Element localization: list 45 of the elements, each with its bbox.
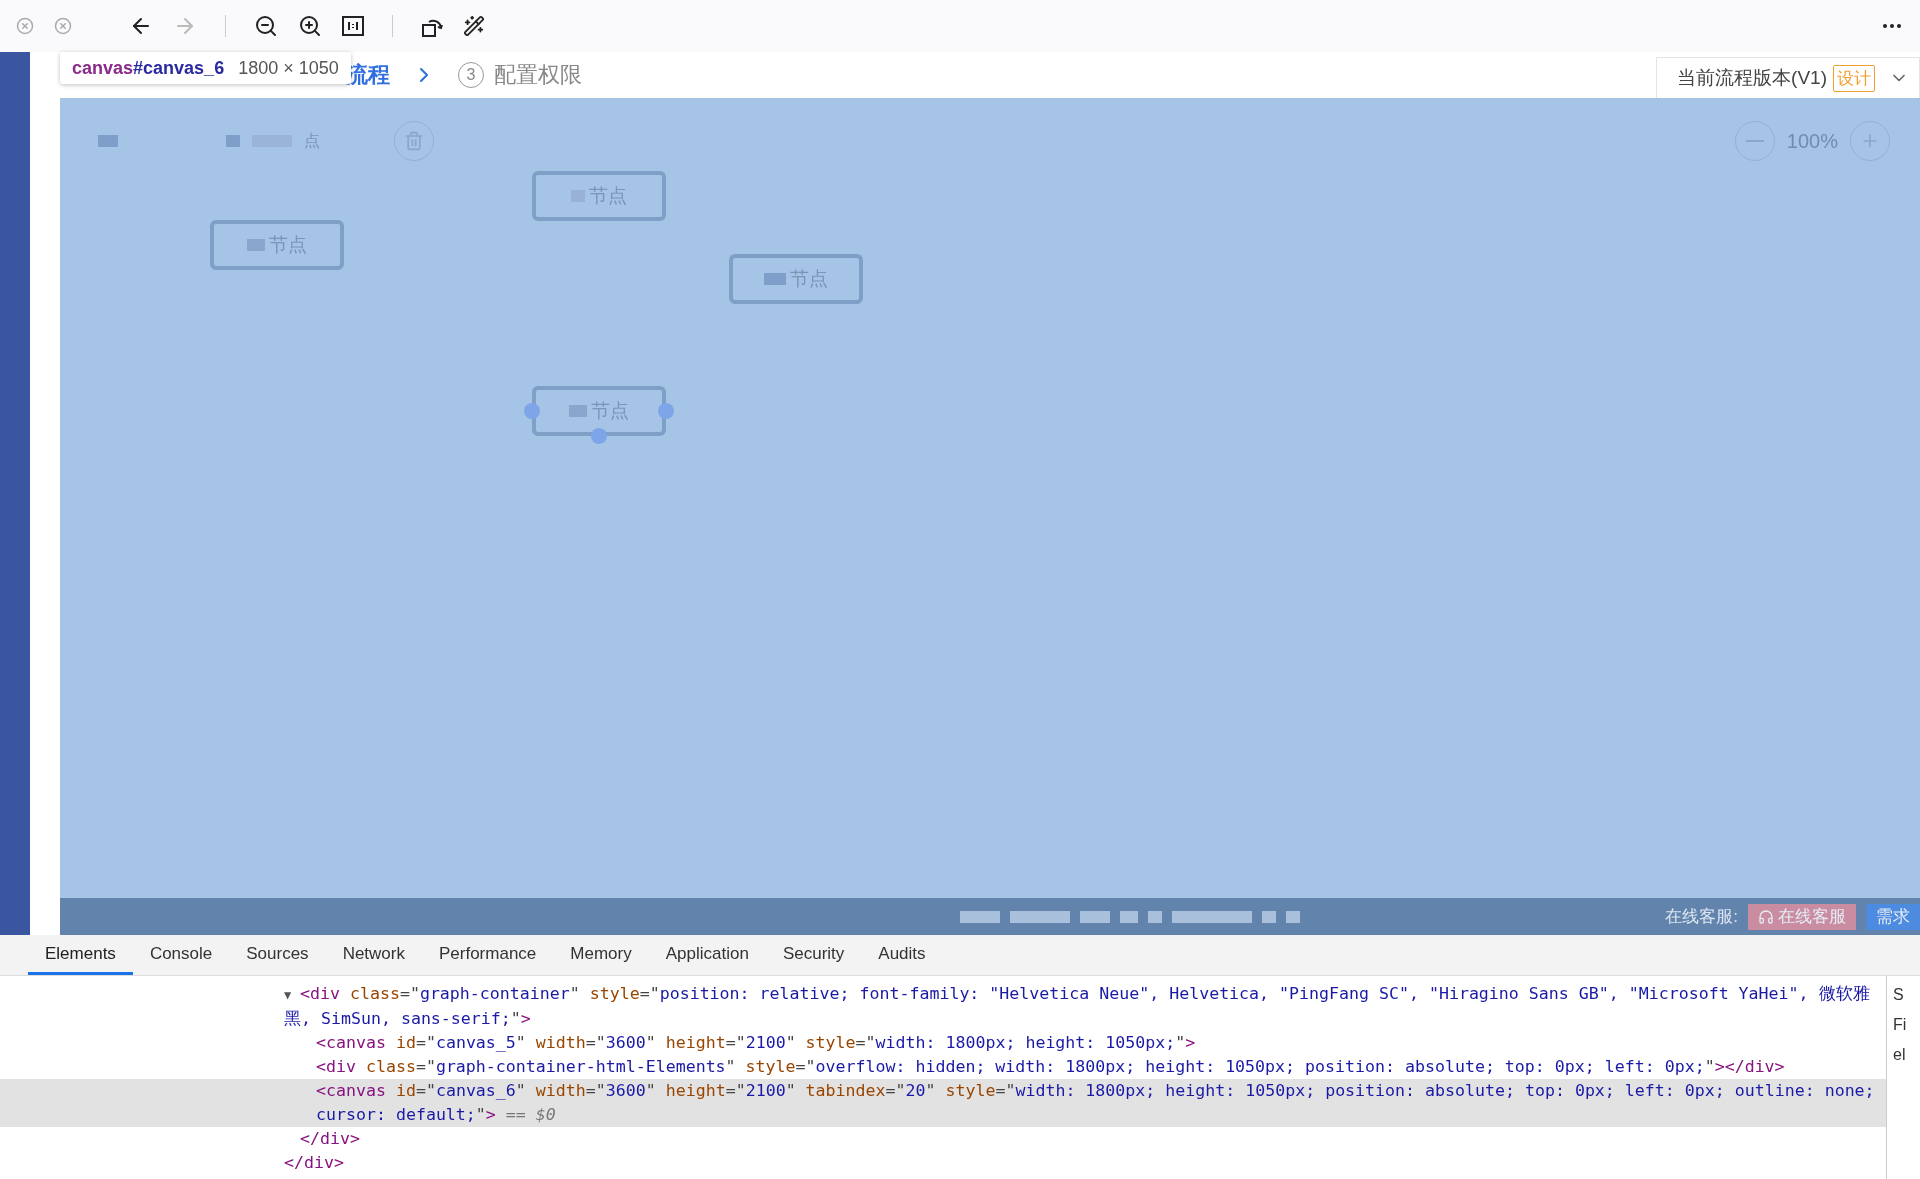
pixelated-block (569, 405, 587, 417)
devtools-tab[interactable]: Network (325, 935, 422, 975)
devtools-tab[interactable]: Application (648, 935, 766, 975)
devtools-tab[interactable]: Audits (861, 935, 943, 975)
magic-wand-icon[interactable] (463, 15, 485, 37)
actual-size-icon[interactable] (342, 16, 364, 36)
pixelated-block (1286, 910, 1300, 923)
pixelated-block (98, 135, 118, 147)
trash-icon (404, 131, 424, 151)
anchor-point[interactable] (591, 428, 607, 444)
sidebar-text: S (1893, 986, 1905, 1004)
size-label: 1800 × 1050 (238, 57, 339, 79)
code-line[interactable]: </div> (284, 1151, 1886, 1175)
code-line[interactable]: <canvas id="canvas_5" width="3600" height="2100" style="width: 1800px; height: 1050px;"> (284, 1031, 1886, 1055)
anchor-point[interactable] (524, 403, 540, 419)
devtools-tab[interactable]: Security (765, 935, 862, 975)
pixelated-block (1148, 910, 1162, 923)
code-line[interactable]: ▼ <div class="graph-container" style="position: relative; font-family: "Helvetica Neue", Helvetica, "PingFang SC", "Hiragino Sans GB", "Microsoft YaHei", 微软雅黑, SimSun, sans-serif;"> (284, 982, 1886, 1031)
devtools-tab[interactable]: Performance (422, 935, 554, 975)
selector-label: canvas#canvas_6 (72, 57, 225, 79)
anchor-point[interactable] (658, 403, 674, 419)
service-label: 在线客服: (1665, 906, 1738, 928)
step-tab[interactable]: 配置权限 (494, 60, 582, 90)
pixelated-block (960, 910, 1000, 923)
circle-icon[interactable] (54, 17, 72, 35)
code-line[interactable]: </div> (284, 1127, 1886, 1151)
devtools-tab[interactable]: Sources (229, 935, 326, 975)
pixelated-block (764, 273, 786, 285)
sidebar-text: el (1893, 1046, 1907, 1064)
pixelated-block (1120, 910, 1138, 923)
pixelated-block (226, 135, 240, 147)
expand-toggle[interactable]: ▼ (284, 983, 300, 1007)
devtools-tab[interactable]: Console (132, 935, 230, 975)
zoom-in-icon[interactable] (298, 14, 322, 38)
pixelated-block (1010, 910, 1070, 923)
sidebar-text: Fi (1893, 1016, 1908, 1034)
headset-icon (1758, 908, 1774, 925)
devtools-tab[interactable]: Elements (28, 935, 133, 975)
close-icon[interactable] (16, 17, 34, 35)
pixelated-block (1080, 910, 1110, 923)
pixelated-block (1262, 910, 1276, 923)
devtools-tab[interactable]: Memory (553, 935, 649, 975)
code-line[interactable]: <div class="graph-container-html-Elements" style="overflow: hidden; width: 1800px; height: 1050px; position: absolute; top: 0px; left: 0px;"></div> (284, 1055, 1886, 1079)
pixelated-block (247, 239, 265, 251)
zoom-out-icon[interactable] (254, 14, 278, 38)
